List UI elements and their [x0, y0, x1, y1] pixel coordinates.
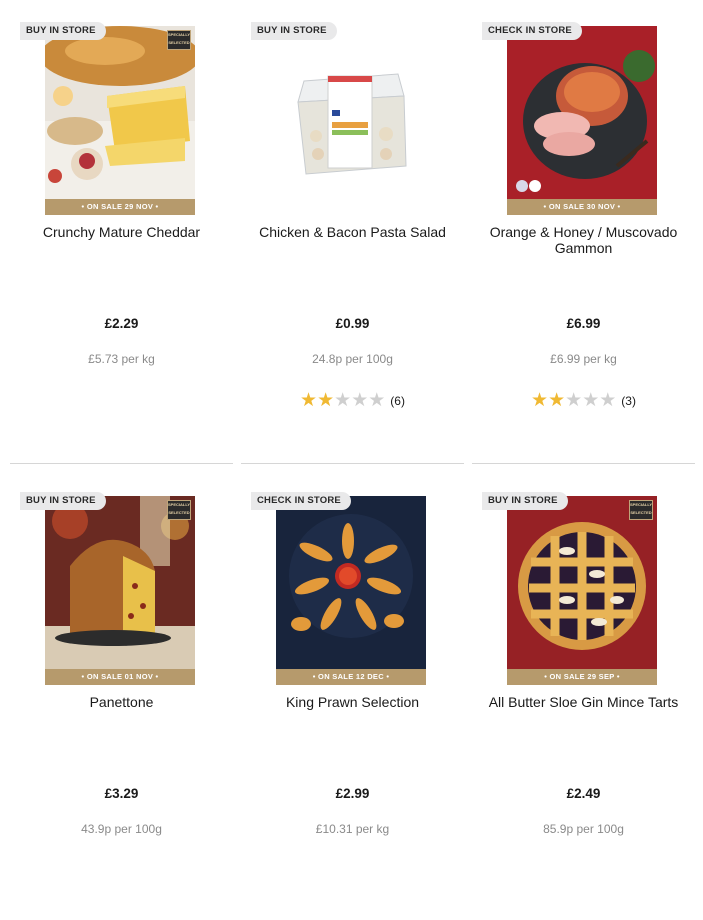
star-empty-icon: ★ — [334, 390, 352, 411]
star-empty-icon: ★ — [599, 390, 617, 411]
sale-date-banner: • ON SALE 29 NOV • — [45, 199, 195, 215]
product-name[interactable]: Orange & Honey / Muscovado Gammon — [472, 224, 695, 256]
unit-price: 24.8p per 100g — [312, 352, 393, 366]
star-empty-icon: ★ — [351, 390, 369, 411]
sale-date-banner: • ON SALE 29 SEP • — [507, 669, 657, 685]
star-empty-icon: ★ — [582, 390, 600, 411]
product-name[interactable]: All Butter Sloe Gin Mince Tarts — [472, 694, 695, 710]
unit-price: £6.99 per kg — [550, 352, 617, 366]
product-image[interactable]: SPECIALLY SELECTED • ON SALE 29 SEP • — [507, 496, 657, 685]
star-full-icon: ★ — [300, 390, 318, 411]
availability-badge: CHECK IN STORE — [482, 22, 582, 40]
review-count: (6) — [390, 394, 405, 408]
product-card[interactable]: BUY IN STORE SPECIALLY SELECTED • ON SAL… — [472, 470, 695, 920]
product-price: £3.29 — [104, 786, 139, 801]
product-image[interactable]: SPECIALLY SELECTED • ON SALE 29 NOV • — [45, 26, 195, 215]
sale-date-banner: • ON SALE 12 DEC • — [276, 669, 426, 685]
product-name[interactable]: Chicken & Bacon Pasta Salad — [241, 224, 464, 240]
product-image[interactable]: • ON SALE 12 DEC • — [276, 496, 426, 685]
star-full-icon: ★ — [531, 390, 549, 411]
unit-price: £5.73 per kg — [88, 352, 155, 366]
review-count: (3) — [621, 394, 636, 408]
availability-badge: BUY IN STORE — [20, 492, 106, 510]
availability-badge: BUY IN STORE — [251, 22, 337, 40]
product-price: £6.99 — [566, 316, 601, 331]
product-image[interactable]: SPECIALLY SELECTED • ON SALE 01 NOV • — [45, 496, 195, 685]
row-divider — [10, 463, 233, 464]
specially-selected-logo: SPECIALLY SELECTED — [167, 30, 191, 50]
star-empty-icon: ★ — [565, 390, 583, 411]
product-name[interactable]: King Prawn Selection — [241, 694, 464, 710]
product-grid: BUY IN STORE SPECIALLY SELECTED • ON SAL… — [0, 0, 703, 862]
unit-price: 85.9p per 100g — [543, 822, 624, 836]
unit-price: 43.9p per 100g — [81, 822, 162, 836]
product-price: £2.99 — [335, 786, 370, 801]
specially-selected-logo: SPECIALLY SELECTED — [629, 500, 653, 520]
product-image[interactable]: • ON SALE 30 NOV • — [507, 26, 657, 215]
row-divider — [472, 463, 695, 464]
sale-date-banner: • ON SALE 30 NOV • — [507, 199, 657, 215]
star-full-icon: ★ — [317, 390, 335, 411]
product-image[interactable] — [276, 26, 426, 215]
star-empty-icon: ★ — [368, 390, 386, 411]
product-price: £0.99 — [335, 316, 370, 331]
product-price: £2.49 — [566, 786, 601, 801]
product-card[interactable]: CHECK IN STORE • ON SALE 30 NOV • Orange… — [472, 0, 695, 450]
product-card[interactable]: CHECK IN STORE • ON SALE 12 DEC • King P… — [241, 470, 464, 920]
product-card[interactable]: BUY IN STORE SPECIALLY SELECTED • ON SAL… — [10, 0, 233, 450]
unit-price: £10.31 per kg — [315, 822, 390, 836]
product-card[interactable]: BUY IN STORE Chicken & Bacon Pasta Salad… — [241, 0, 464, 450]
rating-stars: ★★★★★ — [300, 391, 385, 411]
specially-selected-logo: SPECIALLY SELECTED — [167, 500, 191, 520]
product-rating[interactable]: ★★★★★ (6) — [241, 391, 464, 411]
product-price: £2.29 — [104, 316, 139, 331]
product-name[interactable]: Panettone — [10, 694, 233, 710]
availability-badge: BUY IN STORE — [20, 22, 106, 40]
star-full-icon: ★ — [548, 390, 566, 411]
product-name[interactable]: Crunchy Mature Cheddar — [10, 224, 233, 240]
product-card[interactable]: BUY IN STORE SPECIALLY SELECTED • ON SAL… — [10, 470, 233, 920]
availability-badge: BUY IN STORE — [482, 492, 568, 510]
product-rating[interactable]: ★★★★★ (3) — [472, 391, 695, 411]
sale-date-banner: • ON SALE 01 NOV • — [45, 669, 195, 685]
availability-badge: CHECK IN STORE — [251, 492, 351, 510]
row-divider — [241, 463, 464, 464]
rating-stars: ★★★★★ — [531, 391, 616, 411]
